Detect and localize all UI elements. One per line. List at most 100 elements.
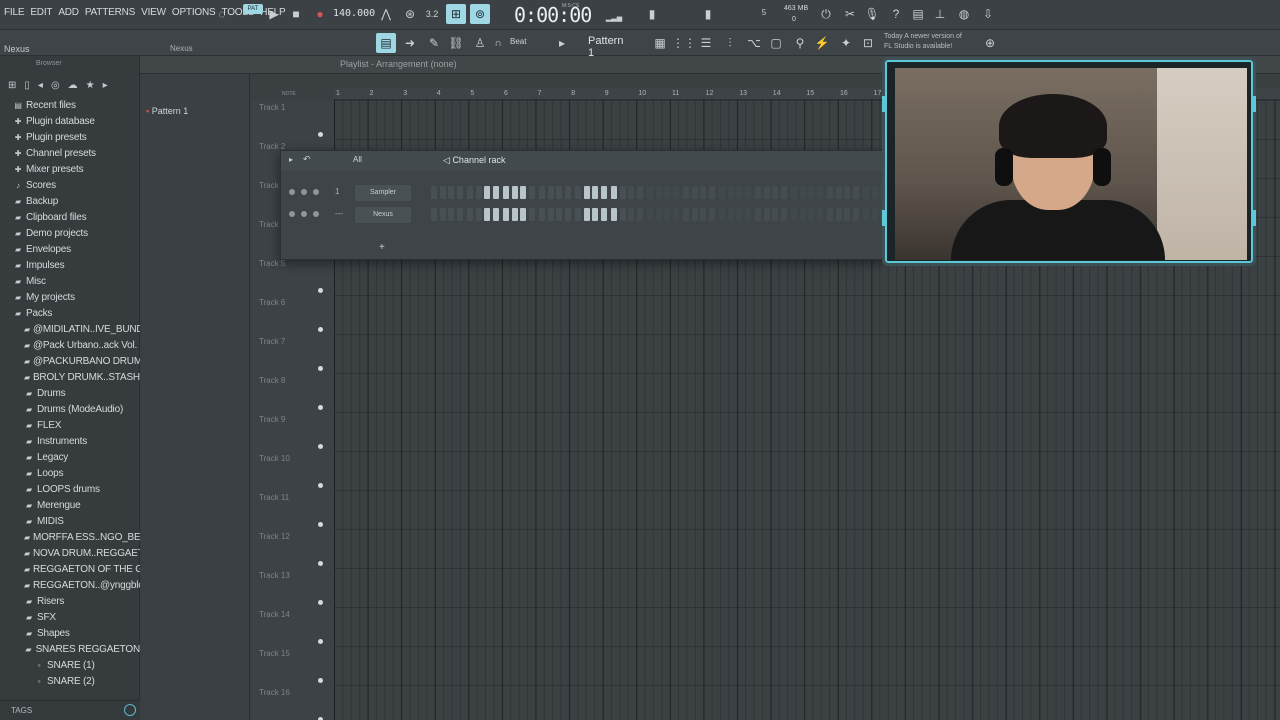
channel-pan-knob[interactable] [301,211,307,217]
step-button[interactable] [636,186,643,199]
step-button[interactable] [835,208,842,221]
browser-item[interactable]: ▰ Backup [0,194,140,210]
save-icon[interactable]: ▤ [908,4,928,24]
track-mute-led[interactable] [318,132,323,137]
step-button[interactable] [852,186,859,199]
browser-item[interactable]: ▰REGGAETON OF THE GODS [0,562,140,578]
step-button[interactable] [772,186,778,199]
pattern-picker-item[interactable]: ▪ Pattern 1 [146,106,188,116]
step-button[interactable] [816,186,823,199]
master-volume-slider[interactable]: ▮ [642,4,662,24]
browser-item[interactable]: ▰ Impulses [0,258,140,274]
step-button[interactable] [520,186,526,199]
menu-options[interactable]: OPTIONS [172,7,216,18]
step-button[interactable] [655,186,662,199]
track-label[interactable]: Track 14 [259,610,290,619]
channel-name-button[interactable]: Nexus [355,207,411,223]
track-label[interactable]: Track 7 [259,337,285,346]
tools-icon[interactable]: ✦ [836,33,856,53]
news-panel[interactable]: Today A newer version of FL Studio is av… [884,32,976,52]
add-icon[interactable]: ⊞ [8,80,16,91]
step-button[interactable] [431,186,437,199]
step-button[interactable] [808,208,814,221]
record-icon[interactable]: ● [310,4,330,24]
step-button[interactable] [448,186,454,199]
browser-item[interactable]: ▰ Risers [0,594,140,610]
browser-item[interactable]: ▰ Packs [0,306,140,322]
file-icon[interactable]: ▯ [24,80,30,91]
browser-item[interactable]: ▰ @Pack Urbano..ack Vol. 03 [0,338,140,354]
browser-item[interactable]: ▰ Demo projects [0,226,140,242]
menu-add[interactable]: ADD [58,7,79,18]
step-button[interactable] [727,186,734,199]
browser-item[interactable]: ▫ SNARE (2) [0,674,140,690]
step-button[interactable] [863,208,869,221]
track-label[interactable]: Track 9 [259,415,285,424]
track-mute-led[interactable] [318,288,323,293]
step-button[interactable] [484,208,490,221]
mixer-icon[interactable]: ⊥ [930,4,950,24]
step-button[interactable] [708,208,715,221]
link-icon[interactable]: ⛓ [446,33,466,53]
channel-name-button[interactable]: Sampler [355,185,411,201]
step-button[interactable] [592,208,598,221]
clipboard-icon[interactable]: ▢ [766,33,786,53]
browser-item[interactable]: ♪ Scores [0,178,140,194]
step-button[interactable] [835,186,842,199]
step-button[interactable] [736,186,742,199]
track-mute-led[interactable] [318,600,323,605]
step-button[interactable] [520,208,526,221]
step-button[interactable] [647,186,653,199]
browser-item[interactable]: ▰ SFX [0,610,140,626]
browser-item[interactable]: ▰ Clipboard files [0,210,140,226]
step-button[interactable] [564,208,571,221]
step-button[interactable] [755,208,761,221]
search-icon[interactable] [124,704,136,716]
step-button[interactable] [700,186,706,199]
step-button[interactable] [636,208,643,221]
step-button[interactable] [700,208,706,221]
step-button[interactable] [600,208,607,221]
track-mute-led[interactable] [318,405,323,410]
step-button[interactable] [863,186,869,199]
step-button[interactable] [528,186,535,199]
track-mute-led[interactable] [318,561,323,566]
mixer-view-icon[interactable]: ☰ [696,33,716,53]
step-button[interactable] [852,208,859,221]
step-button[interactable] [511,186,518,199]
microphone-icon[interactable]: 🎙 [862,4,882,24]
channel-pan-knob[interactable] [301,189,307,195]
download-icon[interactable]: ⇩ [978,4,998,24]
track-label[interactable]: Track 10 [259,454,290,463]
countdown-icon[interactable]: 3.2 [422,4,442,24]
step-button[interactable] [691,186,698,199]
step-button[interactable] [655,208,662,221]
step-button[interactable] [503,186,509,199]
step-button[interactable] [431,208,437,221]
browser-item[interactable]: ▰REGGAETON..@ynggblood [0,578,140,594]
browser-item[interactable]: ▰ FLEX [0,418,140,434]
step-button[interactable] [511,208,518,221]
step-button[interactable] [611,208,617,221]
track-mute-led[interactable] [318,483,323,488]
step-button[interactable] [672,208,679,221]
more-icon[interactable]: ▸ [103,80,108,91]
track-mute-led[interactable] [318,522,323,527]
step-button[interactable] [628,208,634,221]
browser-item[interactable]: ▰@PACKURBANO DRUMKIT [0,354,140,370]
step-button[interactable] [448,208,454,221]
track-label[interactable]: Track 15 [259,649,290,658]
channel-mixer-track[interactable]: 1 [335,187,339,196]
plugin-picker-icon[interactable]: ⚡ [812,33,832,53]
track-label[interactable]: Track 12 [259,532,290,541]
browser-item[interactable]: ▰ My projects [0,290,140,306]
magnet-icon[interactable]: ∩ [488,33,508,53]
loop-record-icon[interactable]: ⊚ [470,4,490,24]
browser-item[interactable]: ▰ Drums (ModeAudio) [0,402,140,418]
step-button[interactable] [619,186,626,199]
step-button[interactable] [456,186,463,199]
plug-icon[interactable]: ⚲ [790,33,810,53]
step-button[interactable] [791,186,797,199]
browser-item[interactable]: ▰ Drums [0,386,140,402]
browser-item[interactable]: ▰ Envelopes [0,242,140,258]
